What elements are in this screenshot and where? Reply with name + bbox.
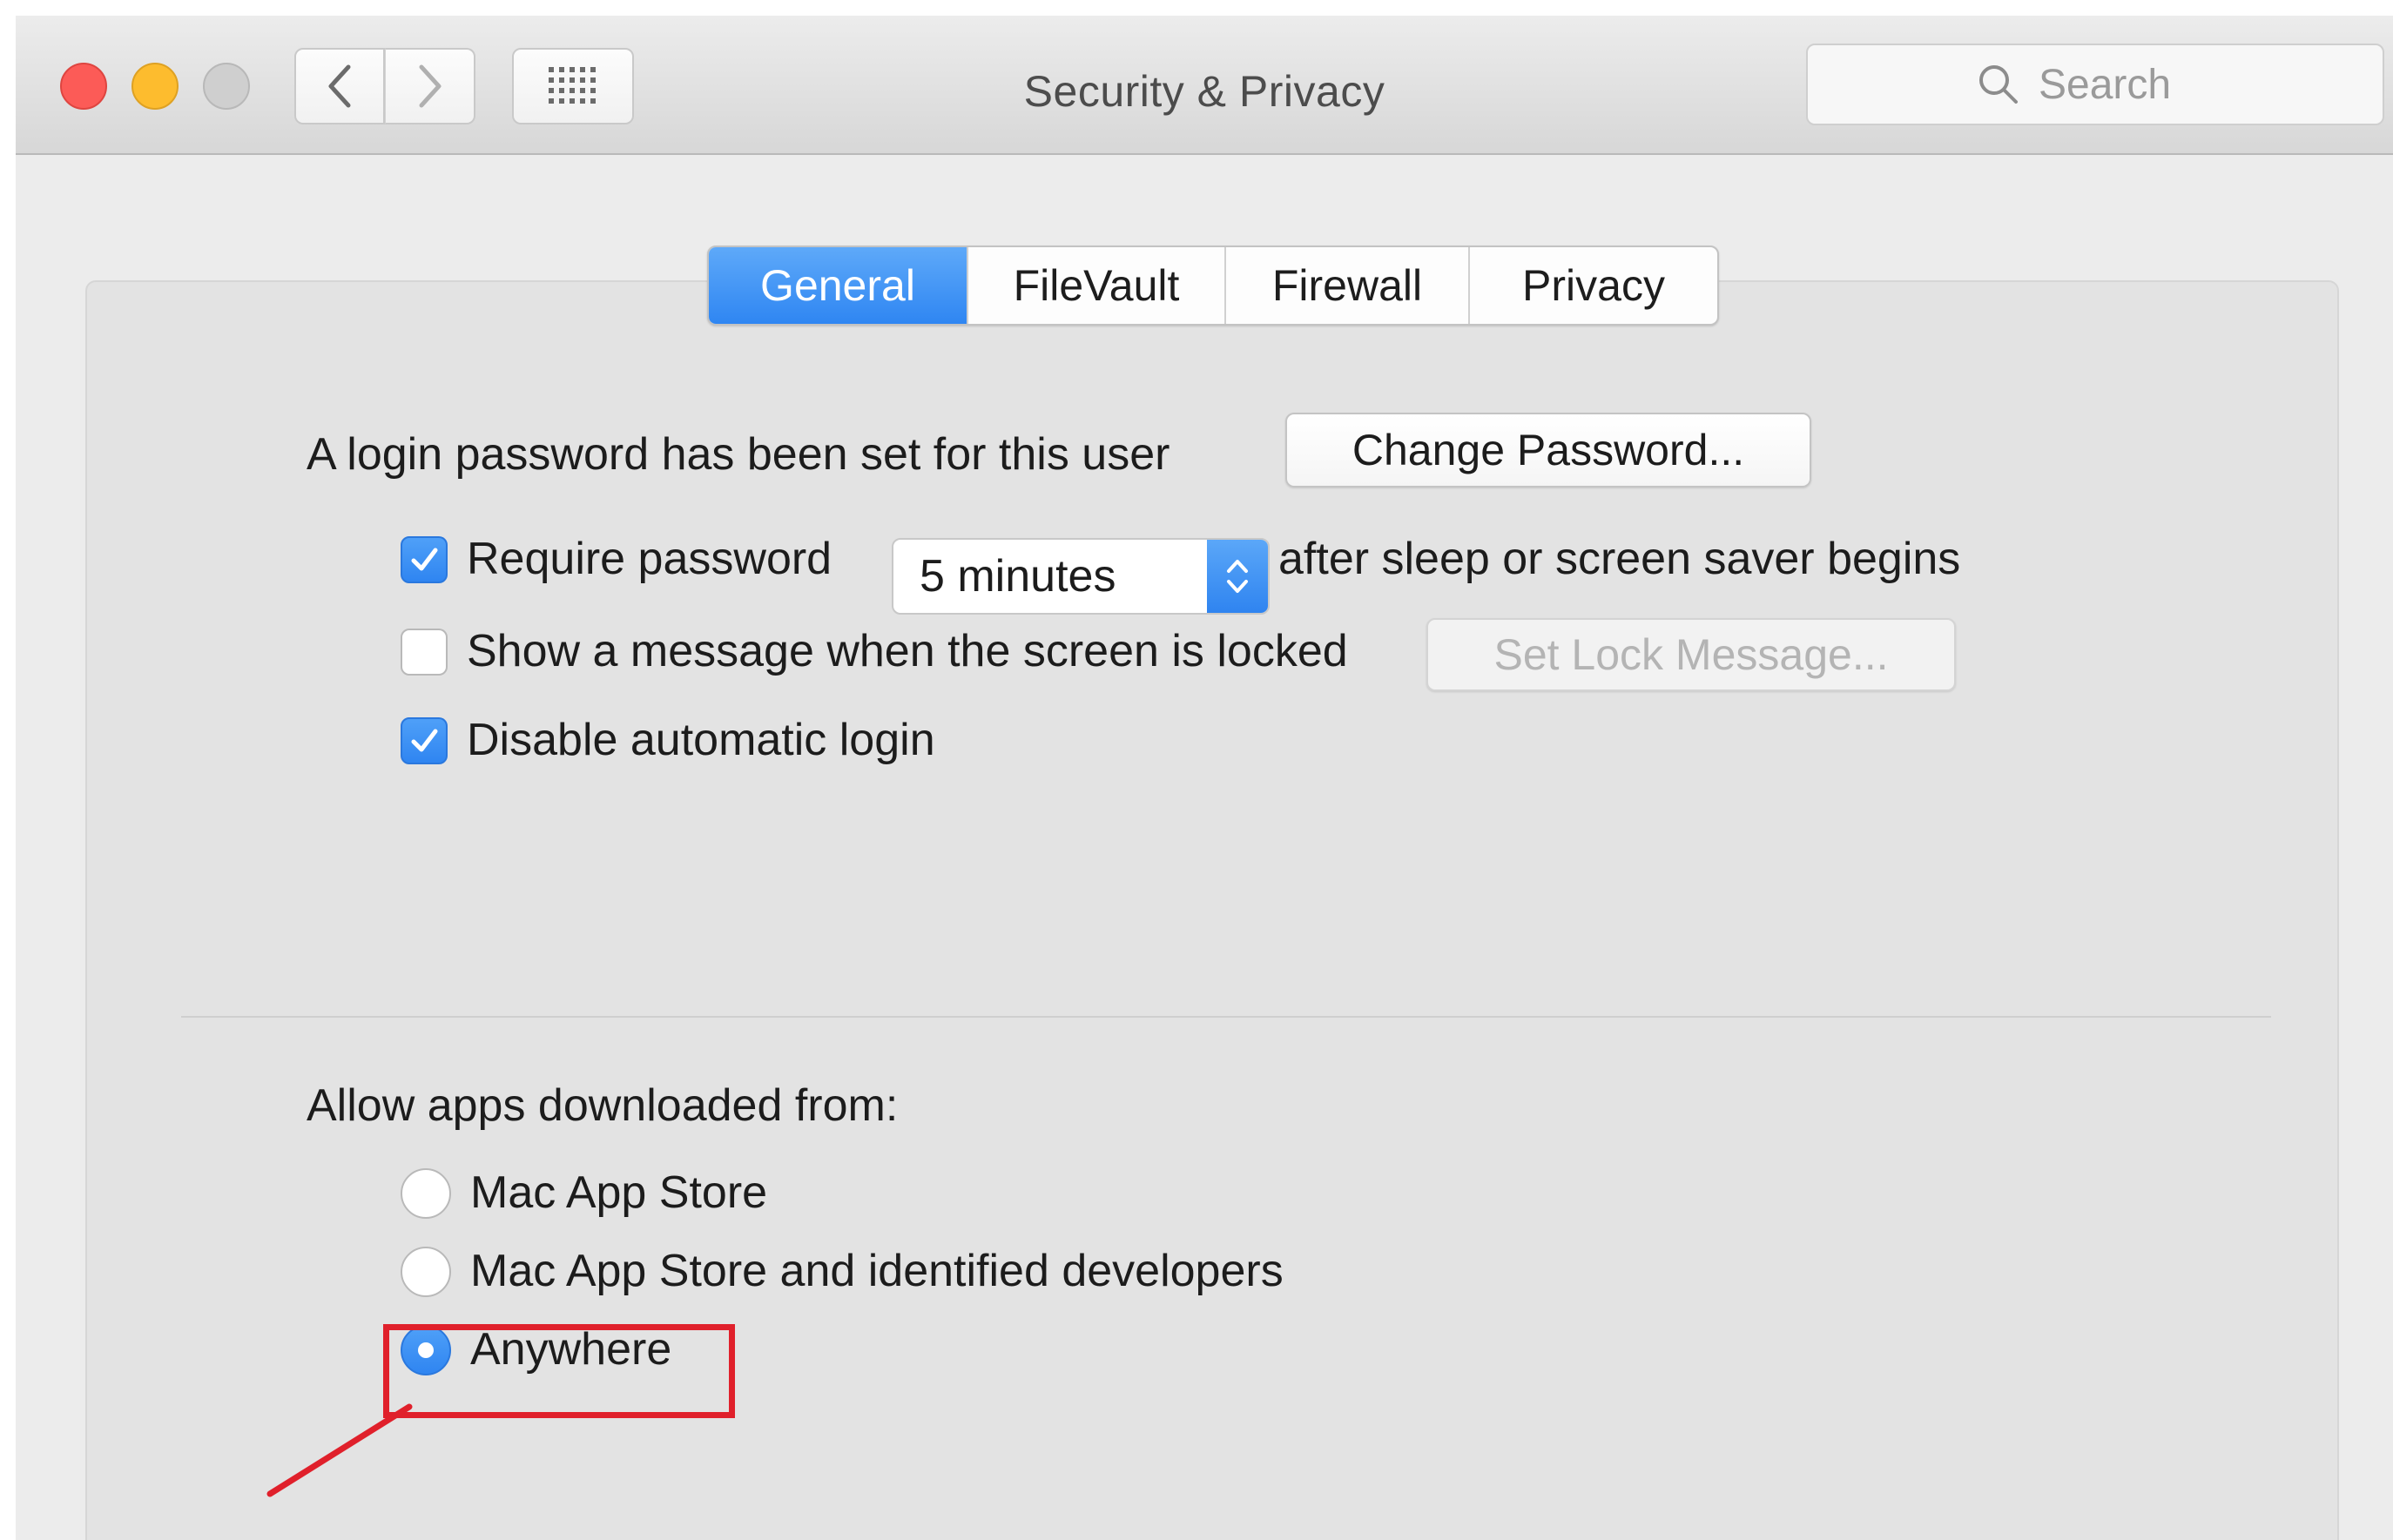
require-password-label: Require password: [467, 534, 832, 584]
search-input[interactable]: [2037, 59, 2214, 110]
annotation-highlight-box: [383, 1324, 735, 1418]
radio-mac-app-store-label: Mac App Store: [470, 1167, 768, 1218]
show-message-checkbox[interactable]: [401, 629, 448, 676]
tab-general[interactable]: General: [709, 247, 967, 324]
radio-mac-app-store[interactable]: [401, 1168, 451, 1219]
require-password-delay-select[interactable]: 5 minutes: [892, 538, 1270, 615]
disable-auto-login-checkbox[interactable]: [401, 717, 448, 764]
login-password-text: A login password has been set for this u…: [307, 429, 1170, 480]
checkmark-icon: [411, 548, 438, 571]
checkmark-icon: [411, 729, 438, 752]
tab-filevault[interactable]: FileVault: [967, 247, 1224, 324]
tab-bar: General FileVault Firewall Privacy: [707, 245, 1719, 326]
tab-firewall[interactable]: Firewall: [1224, 247, 1468, 324]
select-stepper[interactable]: [1207, 540, 1268, 613]
search-icon: [1979, 65, 2018, 104]
up-down-chevron-icon: [1227, 560, 1248, 593]
radio-identified-developers-label: Mac App Store and identified developers: [470, 1246, 1284, 1296]
preferences-window: Security & Privacy General FileVault Fir…: [16, 16, 2393, 1540]
disable-auto-login-label: Disable automatic login: [467, 715, 935, 765]
search-field[interactable]: [1806, 44, 2384, 125]
section-divider: [181, 1016, 2271, 1018]
tab-privacy[interactable]: Privacy: [1468, 247, 1717, 324]
show-message-label: Show a message when the screen is locked: [467, 626, 1348, 676]
screenshot: Security & Privacy General FileVault Fir…: [0, 0, 2393, 1540]
allow-apps-heading: Allow apps downloaded from:: [307, 1080, 899, 1131]
select-value: 5 minutes: [920, 551, 1116, 602]
radio-identified-developers[interactable]: [401, 1247, 451, 1297]
set-lock-message-button: Set Lock Message...: [1426, 618, 1956, 691]
require-password-suffix: after sleep or screen saver begins: [1278, 534, 1961, 584]
require-password-checkbox[interactable]: [401, 536, 448, 583]
change-password-button[interactable]: Change Password...: [1285, 413, 1811, 488]
title-bar: Security & Privacy: [16, 16, 2393, 155]
